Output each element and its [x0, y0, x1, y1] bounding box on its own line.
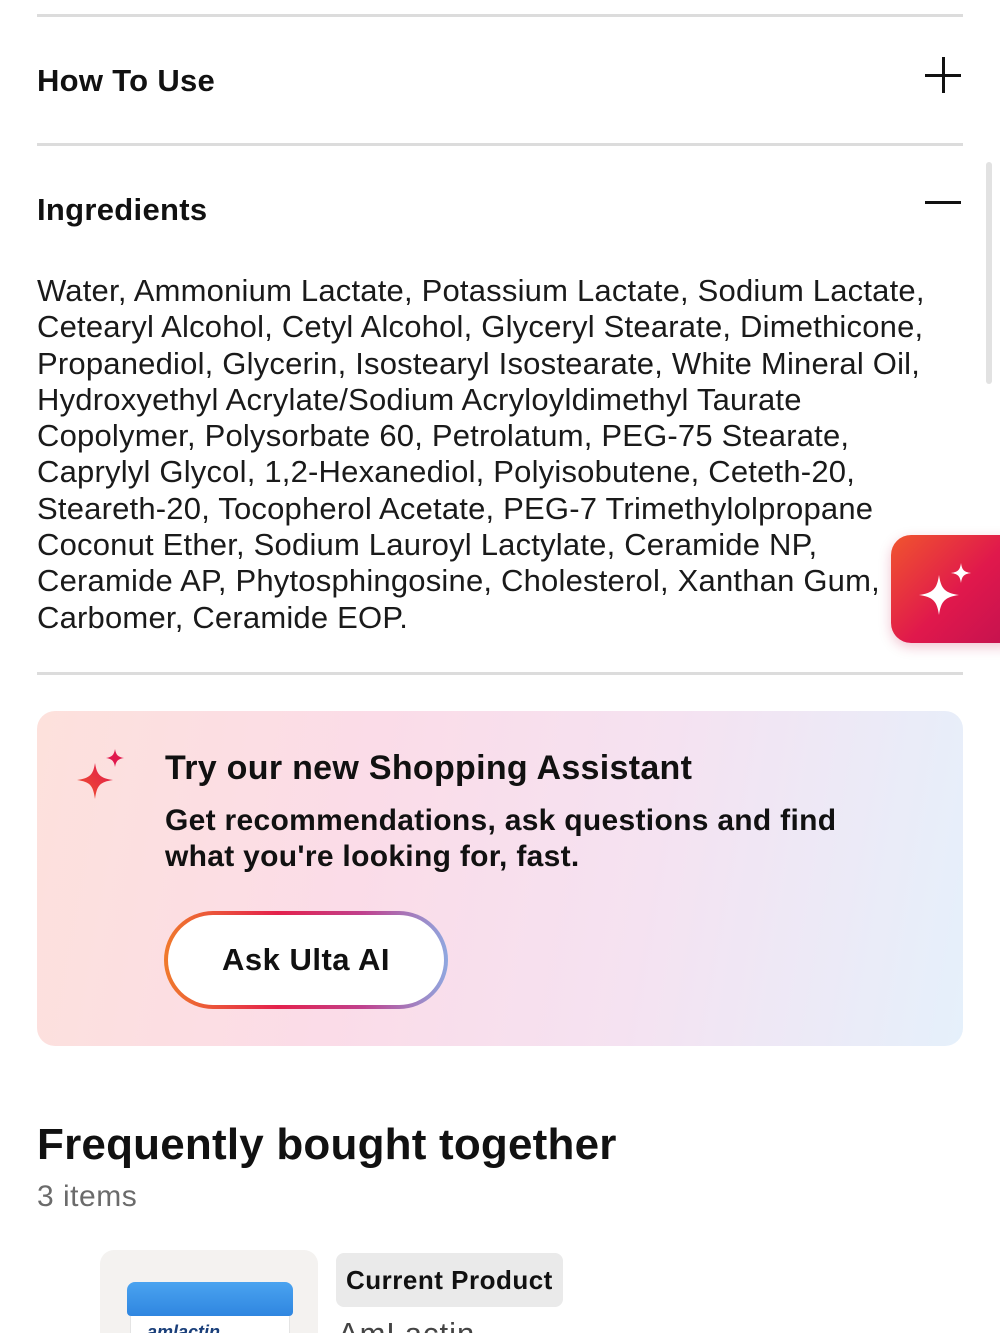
product-image[interactable]: amlactin: [100, 1250, 318, 1333]
sparkle-icon: [75, 749, 129, 808]
assistant-subtitle: Get recommendations, ask questions and f…: [165, 804, 837, 873]
ask-ulta-ai-button-label: Ask Ulta AI: [168, 915, 444, 1005]
section-divider: [37, 672, 963, 675]
top-divider: [37, 14, 963, 17]
how-to-use-title: How To Use: [37, 63, 216, 98]
how-to-use-accordion-header[interactable]: How To Use: [37, 57, 963, 104]
frequently-bought-title: Frequently bought together: [37, 1120, 617, 1169]
ask-ulta-ai-button[interactable]: Ask Ulta AI: [164, 911, 448, 1009]
jar-label: amlactin: [147, 1322, 221, 1333]
shopping-assistant-card: Try our new Shopping Assistant Get recom…: [37, 711, 963, 1046]
ingredients-list-text: Water, Ammonium Lactate, Potassium Lacta…: [37, 273, 925, 635]
current-product-badge: Current Product: [336, 1253, 563, 1307]
scrollbar[interactable]: [986, 162, 992, 384]
assistant-title: Try our new Shopping Assistant: [165, 749, 693, 787]
jar-lid: [127, 1282, 293, 1316]
minus-icon[interactable]: [925, 184, 963, 222]
product-name[interactable]: AmLactin: [338, 1316, 475, 1333]
section-divider: [37, 143, 963, 146]
ingredients-title: Ingredients: [37, 192, 208, 227]
ingredients-accordion-header[interactable]: Ingredients: [37, 187, 963, 233]
items-count: 3 items: [37, 1180, 138, 1213]
ai-assistant-floating-button[interactable]: [891, 535, 1000, 643]
plus-icon[interactable]: [925, 57, 963, 95]
